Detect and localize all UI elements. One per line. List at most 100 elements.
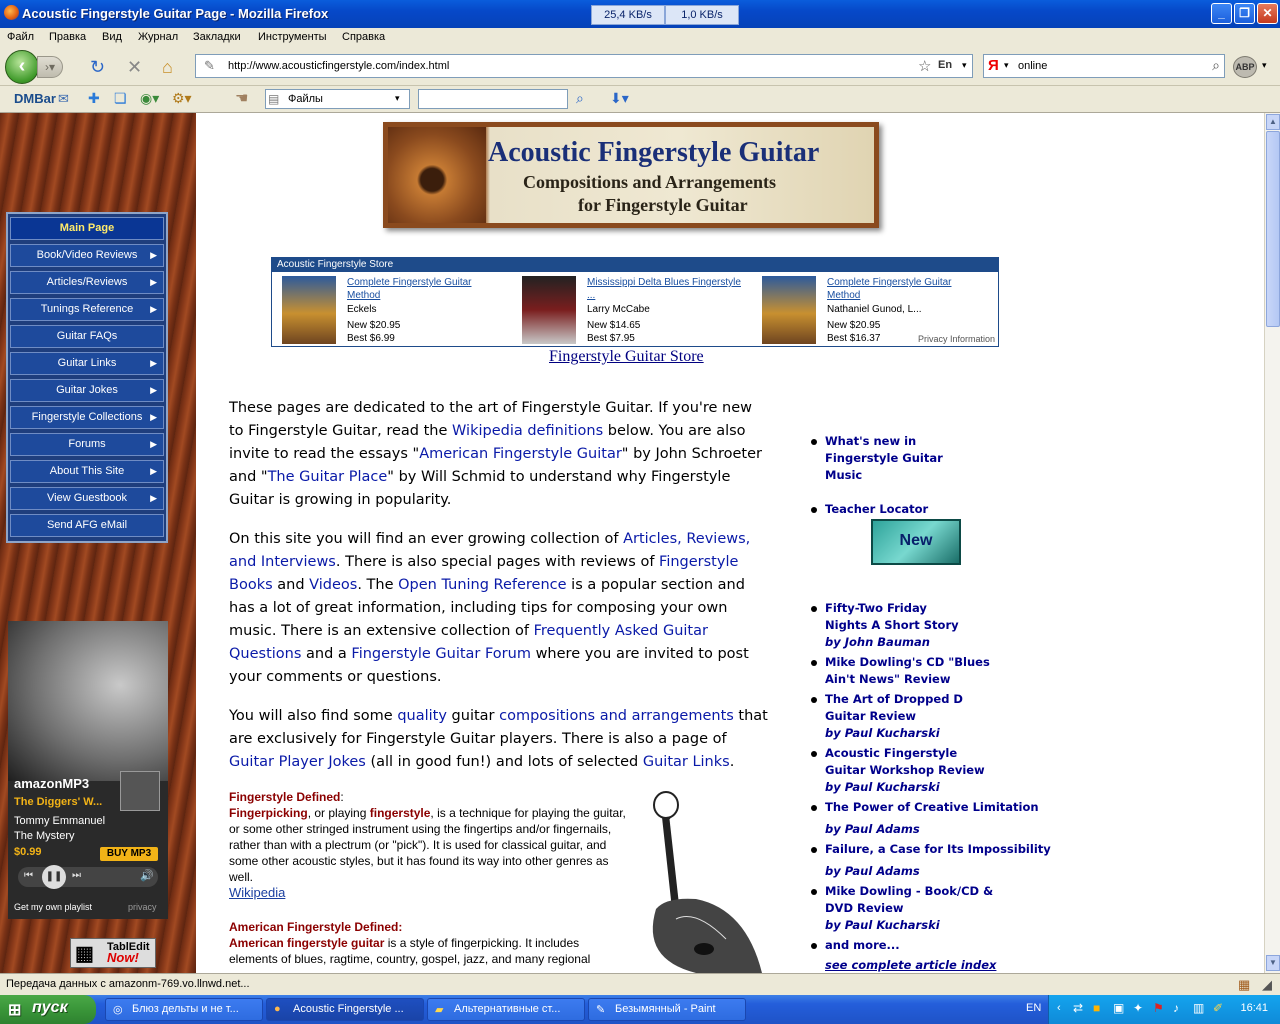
list-item[interactable]: The Art of Dropped D Guitar Review by Pau… — [808, 691, 993, 742]
product-image[interactable] — [282, 276, 336, 344]
maximize-button[interactable]: ❐ — [1234, 3, 1255, 24]
yandex-logo[interactable]: Я — [988, 57, 999, 74]
bookmark-star-icon[interactable]: ☆ — [918, 57, 931, 75]
menu-history[interactable]: Журнал — [138, 31, 178, 43]
scroll-up-icon[interactable]: ▲ — [1266, 114, 1280, 130]
nav-main-page[interactable]: Main Page — [10, 217, 164, 240]
tray-icon-2[interactable]: ▣ — [1113, 1001, 1124, 1015]
globe-icon[interactable]: ◉▾ — [140, 90, 159, 107]
dmbar-search-input[interactable] — [418, 89, 568, 109]
hfs-icon[interactable]: ▥ — [1193, 1001, 1204, 1015]
store-product[interactable]: Mississippi Delta Blues Fingerstyle ... … — [512, 274, 752, 346]
files-select[interactable]: Файлы — [265, 89, 410, 109]
adblock-button[interactable]: ABP — [1233, 56, 1257, 78]
tray-app-icon[interactable]: ■ — [1093, 1001, 1100, 1015]
add-icon[interactable]: ✚ — [88, 90, 100, 107]
abp-dropdown-icon[interactable]: ▾ — [1262, 60, 1267, 71]
list-item[interactable]: Teacher Locator — [808, 501, 1053, 518]
stop-icon[interactable]: ✕ — [127, 57, 142, 77]
forward-button[interactable]: ›▾ — [37, 56, 63, 78]
files-dropdown-icon[interactable]: ▾ — [395, 93, 400, 104]
url-dropdown-icon[interactable]: ▾ — [962, 60, 967, 71]
back-button[interactable]: ‹ — [5, 50, 39, 84]
tray-icon-3[interactable]: ✦ — [1133, 1001, 1143, 1015]
prev-track-icon[interactable]: ⏮ — [24, 870, 33, 881]
wikipedia-link[interactable]: Wikipedia — [229, 885, 285, 900]
menu-help[interactable]: Справка — [342, 31, 385, 43]
guitar-place-link[interactable]: The Guitar Place — [268, 469, 388, 485]
minimize-button[interactable]: _ — [1211, 3, 1232, 24]
nav-tunings-reference[interactable]: Tunings Reference ▶ — [10, 298, 164, 321]
american-fingerstyle-link[interactable]: American Fingerstyle Guitar — [419, 446, 622, 462]
close-button[interactable]: ✕ — [1257, 3, 1278, 24]
flag-icon[interactable]: ⚑ — [1153, 1001, 1164, 1015]
download-icon[interactable]: ⬇▾ — [610, 90, 629, 107]
store-privacy-link[interactable]: Privacy Information — [918, 334, 995, 344]
task-button[interactable]: Альтернативные ст... — [427, 998, 585, 1021]
menu-bookmarks[interactable]: Закладки — [193, 31, 241, 43]
fingerstyle-store-link[interactable]: Fingerstyle Guitar Store — [549, 348, 704, 366]
pause-icon[interactable]: ❚❚ — [42, 865, 66, 889]
amazon-mp3-widget[interactable]: amazonMP3 The Diggers' W... Tommy Emmanu… — [8, 621, 168, 919]
jokes-link[interactable]: Guitar Player Jokes — [229, 754, 366, 770]
next-track-icon[interactable]: ⏭ — [72, 870, 81, 881]
quality-link[interactable]: quality — [397, 708, 447, 724]
tabledit-banner[interactable]: ▦ TablEdit Now! — [70, 938, 156, 968]
product-title-link[interactable]: Mississippi Delta Blues Fingerstyle ... — [587, 276, 747, 302]
dmbar-search-icon[interactable]: ⌕ — [576, 90, 584, 107]
nav-send-afg-email[interactable]: Send AFG eMail — [10, 514, 164, 537]
network-icon[interactable]: ⇄ — [1073, 1001, 1083, 1015]
volume-icon[interactable]: 🔊 — [140, 869, 154, 882]
chat-icon[interactable]: ✉ — [58, 91, 69, 107]
reload-icon[interactable]: ↻ — [90, 57, 105, 77]
tray-expand-icon[interactable]: ‹ — [1057, 1002, 1061, 1014]
get-playlist-link[interactable]: Get my own playlist — [14, 902, 92, 912]
compositions-link[interactable]: compositions and arrangements — [499, 708, 734, 724]
hand-icon[interactable]: ☚ — [235, 89, 248, 107]
list-item[interactable]: What's new in Fingerstyle Guitar Music — [808, 433, 978, 484]
guitar-links-link[interactable]: Guitar Links — [643, 754, 730, 770]
album-cover[interactable] — [120, 771, 160, 811]
search-box[interactable]: Я ▾ online ⌕ — [983, 54, 1225, 78]
task-button[interactable]: Безымянный - Paint — [588, 998, 746, 1021]
extension-icon[interactable]: ▦ — [1238, 977, 1250, 993]
menu-tools[interactable]: Инструменты — [258, 31, 327, 43]
scroll-down-icon[interactable]: ▼ — [1266, 955, 1280, 971]
lang-badge[interactable]: En — [938, 59, 952, 71]
videos-link[interactable]: Videos — [309, 577, 357, 593]
buy-mp3-button[interactable]: BUY MP3 — [100, 847, 158, 861]
menu-file[interactable]: Файл — [7, 31, 34, 43]
engine-dropdown-icon[interactable]: ▾ — [1004, 60, 1009, 71]
nav-articles-reviews[interactable]: Articles/Reviews ▶ — [10, 271, 164, 294]
copy-icon[interactable]: ❏ — [114, 90, 127, 107]
list-item[interactable]: Fifty-Two Friday Nights A Short Story by … — [808, 600, 968, 651]
product-image[interactable] — [762, 276, 816, 344]
menu-edit[interactable]: Правка — [49, 31, 86, 43]
menu-view[interactable]: Вид — [102, 31, 122, 43]
vertical-scrollbar[interactable]: ▲ ▼ — [1264, 113, 1280, 973]
start-button[interactable]: ⊞ пуск — [0, 995, 96, 1024]
list-item[interactable]: Mike Dowling's CD "Blues Ain't News" Rev… — [808, 654, 1008, 688]
search-input[interactable]: online — [1018, 60, 1047, 72]
url-bar[interactable]: ✎ http://www.acousticfingerstyle.com/ind… — [195, 54, 973, 78]
privacy-link[interactable]: privacy — [128, 902, 157, 912]
nav-about-this-site[interactable]: About This Site ▶ — [10, 460, 164, 483]
open-tuning-link[interactable]: Open Tuning Reference — [398, 577, 566, 593]
tools-icon[interactable]: ⚙▾ — [172, 90, 192, 107]
list-item[interactable]: Acoustic Fingerstyle Guitar Workshop Rev… — [808, 745, 988, 796]
nav-guitar-faqs[interactable]: Guitar FAQs — [10, 325, 164, 348]
list-item[interactable]: Failure, a Case for Its Impossibility by … — [808, 841, 1053, 880]
nav-book-video-reviews[interactable]: Book/Video Reviews ▶ — [10, 244, 164, 267]
article-index-link[interactable]: see complete article index — [825, 957, 1053, 973]
wikipedia-definitions-link[interactable]: Wikipedia definitions — [452, 423, 603, 439]
task-button[interactable]: Блюз дельты и не т... — [105, 998, 263, 1021]
home-icon[interactable]: ⌂ — [162, 57, 173, 77]
volume-tray-icon[interactable]: ♪ — [1173, 1001, 1179, 1015]
nav-fingerstyle-collections[interactable]: Fingerstyle Collections ▶ — [10, 406, 164, 429]
scroll-thumb[interactable] — [1266, 131, 1280, 327]
product-title-link[interactable]: Complete Fingerstyle Guitar Method — [347, 276, 507, 302]
forum-link[interactable]: Fingerstyle Guitar Forum — [351, 646, 531, 662]
product-image[interactable] — [522, 276, 576, 344]
store-product[interactable]: Complete Fingerstyle Guitar Method Eckel… — [272, 274, 512, 346]
list-item[interactable]: The Power of Creative Limitation by Paul … — [808, 799, 1053, 838]
